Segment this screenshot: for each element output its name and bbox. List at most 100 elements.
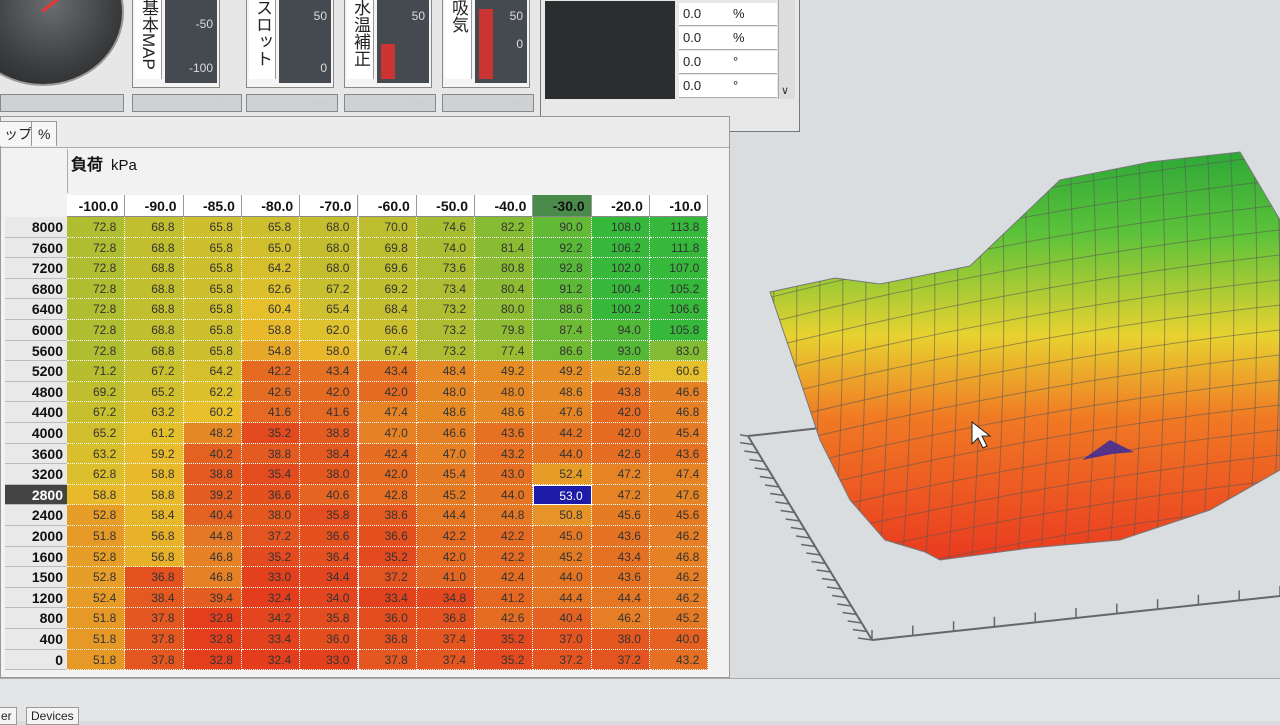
map-cell[interactable]: 43.4	[358, 361, 417, 382]
map-cell[interactable]: 67.2	[125, 361, 184, 382]
map-cell[interactable]: 73.2	[416, 299, 476, 320]
tab-partial[interactable]: er	[0, 707, 17, 725]
map-cell[interactable]: 35.8	[300, 505, 359, 526]
row-header[interactable]: 6000	[5, 320, 67, 341]
map-cell[interactable]: 83.0	[650, 340, 709, 362]
map-cell[interactable]: 52.8	[67, 546, 126, 568]
map-cell[interactable]: 42.0	[591, 402, 650, 423]
map-cell[interactable]: 82.2	[475, 217, 534, 238]
map-cell[interactable]: 66.6	[358, 320, 417, 341]
map-cell[interactable]: 35.2	[358, 546, 417, 568]
row-header[interactable]: 5600	[5, 340, 67, 362]
map-cell[interactable]: 58.8	[125, 484, 184, 506]
map-cell[interactable]: 46.8	[183, 567, 242, 588]
map-cell[interactable]: 62.0	[300, 320, 359, 341]
map-cell[interactable]: 69.2	[358, 278, 417, 300]
map-cell[interactable]: 44.8	[475, 505, 534, 526]
map-cell[interactable]: 73.2	[416, 320, 476, 341]
map-cell[interactable]: 42.4	[475, 567, 534, 588]
map-cell[interactable]: 46.2	[650, 567, 709, 588]
map-cell[interactable]: 67.2	[67, 402, 126, 423]
map-cell[interactable]: 42.0	[358, 381, 417, 403]
map-cell[interactable]: 43.8	[591, 381, 650, 403]
row-header[interactable]: 2400	[5, 505, 67, 526]
map-cell[interactable]: 38.0	[591, 629, 650, 650]
map-cell[interactable]: 38.0	[300, 464, 359, 485]
row-header[interactable]: 800	[5, 608, 67, 629]
map-cell[interactable]: 43.4	[591, 546, 650, 568]
map-cell[interactable]: 49.2	[475, 361, 534, 382]
row-header[interactable]: 6800	[5, 278, 67, 300]
column-header[interactable]: -10.0	[650, 195, 709, 217]
row-header[interactable]: 2800	[5, 484, 67, 506]
map-cell[interactable]: 58.8	[67, 484, 126, 506]
map-cell[interactable]: 65.8	[183, 320, 242, 341]
map-cell[interactable]: 43.0	[475, 464, 534, 485]
map-cell[interactable]: 52.8	[591, 361, 650, 382]
map-cell[interactable]: 67.4	[358, 340, 417, 362]
map-cell[interactable]: 32.8	[183, 629, 242, 650]
map-cell[interactable]: 68.8	[125, 340, 184, 362]
map-cell[interactable]: 63.2	[67, 443, 126, 465]
row-header[interactable]: 1600	[5, 546, 67, 568]
map-cell[interactable]: 34.4	[300, 567, 359, 588]
map-cell[interactable]: 80.0	[475, 299, 534, 320]
map-cell[interactable]: 33.0	[300, 649, 359, 671]
map-cell[interactable]: 37.0	[533, 629, 592, 650]
map-cell[interactable]: 36.0	[300, 629, 359, 650]
row-header[interactable]: 1200	[5, 587, 67, 609]
map-cell[interactable]: 86.6	[533, 340, 592, 362]
map-cell[interactable]: 38.8	[241, 443, 301, 465]
map-cell[interactable]: 43.6	[591, 567, 650, 588]
map-cell[interactable]: 41.6	[300, 402, 359, 423]
map-cell[interactable]: 68.0	[300, 217, 359, 238]
map-cell[interactable]: 47.6	[650, 484, 709, 506]
map-cell[interactable]: 35.2	[475, 649, 534, 671]
map-cell[interactable]: 56.8	[125, 546, 184, 568]
map-cell[interactable]: 65.4	[300, 299, 359, 320]
map-cell[interactable]: 44.4	[591, 587, 650, 609]
map-cell[interactable]: 38.8	[300, 423, 359, 444]
map-cell[interactable]: 44.4	[416, 505, 476, 526]
row-header[interactable]: 3200	[5, 464, 67, 485]
map-cell[interactable]: 65.0	[241, 237, 301, 259]
map-cell[interactable]: 68.8	[125, 237, 184, 259]
map-cell[interactable]: 105.2	[650, 278, 709, 300]
map-cell[interactable]: 80.8	[475, 258, 534, 279]
map-cell[interactable]: 43.6	[591, 526, 650, 547]
map-cell[interactable]: 72.8	[67, 217, 126, 238]
map-cell[interactable]: 37.2	[241, 526, 301, 547]
map-cell[interactable]: 53.0	[533, 484, 592, 506]
map-cell[interactable]: 46.2	[650, 587, 709, 609]
map-cell[interactable]: 79.8	[475, 320, 534, 341]
tab-devices[interactable]: Devices	[26, 707, 79, 725]
map-cell[interactable]: 58.8	[125, 464, 184, 485]
map-cell[interactable]: 68.0	[300, 258, 359, 279]
map-cell[interactable]: 37.2	[358, 567, 417, 588]
map-cell[interactable]: 52.8	[67, 505, 126, 526]
map-cell[interactable]: 37.4	[416, 629, 476, 650]
map-cell[interactable]: 37.8	[125, 649, 184, 671]
map-cell[interactable]: 42.2	[241, 361, 301, 382]
map-cell[interactable]: 35.4	[241, 464, 301, 485]
map-cell[interactable]: 48.2	[183, 423, 242, 444]
map-cell[interactable]: 44.0	[475, 484, 534, 506]
channel-row[interactable]: 0.0%	[679, 3, 777, 26]
map-cell[interactable]: 47.0	[358, 423, 417, 444]
map-cell[interactable]: 113.8	[650, 217, 709, 238]
map-cell[interactable]: 91.2	[533, 278, 592, 300]
map-cell[interactable]: 36.8	[358, 629, 417, 650]
map-cell[interactable]: 45.6	[650, 505, 709, 526]
map-cell[interactable]: 45.2	[533, 546, 592, 568]
column-header[interactable]: -85.0	[183, 195, 242, 217]
map-cell[interactable]: 72.8	[67, 237, 126, 259]
map-cell[interactable]: 34.0	[300, 587, 359, 609]
map-cell[interactable]: 37.2	[591, 649, 650, 671]
row-header[interactable]: 6400	[5, 299, 67, 320]
map-cell[interactable]: 46.6	[416, 423, 476, 444]
column-header[interactable]: -40.0	[475, 195, 534, 217]
map-cell[interactable]: 42.6	[475, 608, 534, 629]
map-cell[interactable]: 48.0	[416, 381, 476, 403]
row-header[interactable]: 400	[5, 629, 67, 650]
map-cell[interactable]: 43.2	[650, 649, 709, 671]
